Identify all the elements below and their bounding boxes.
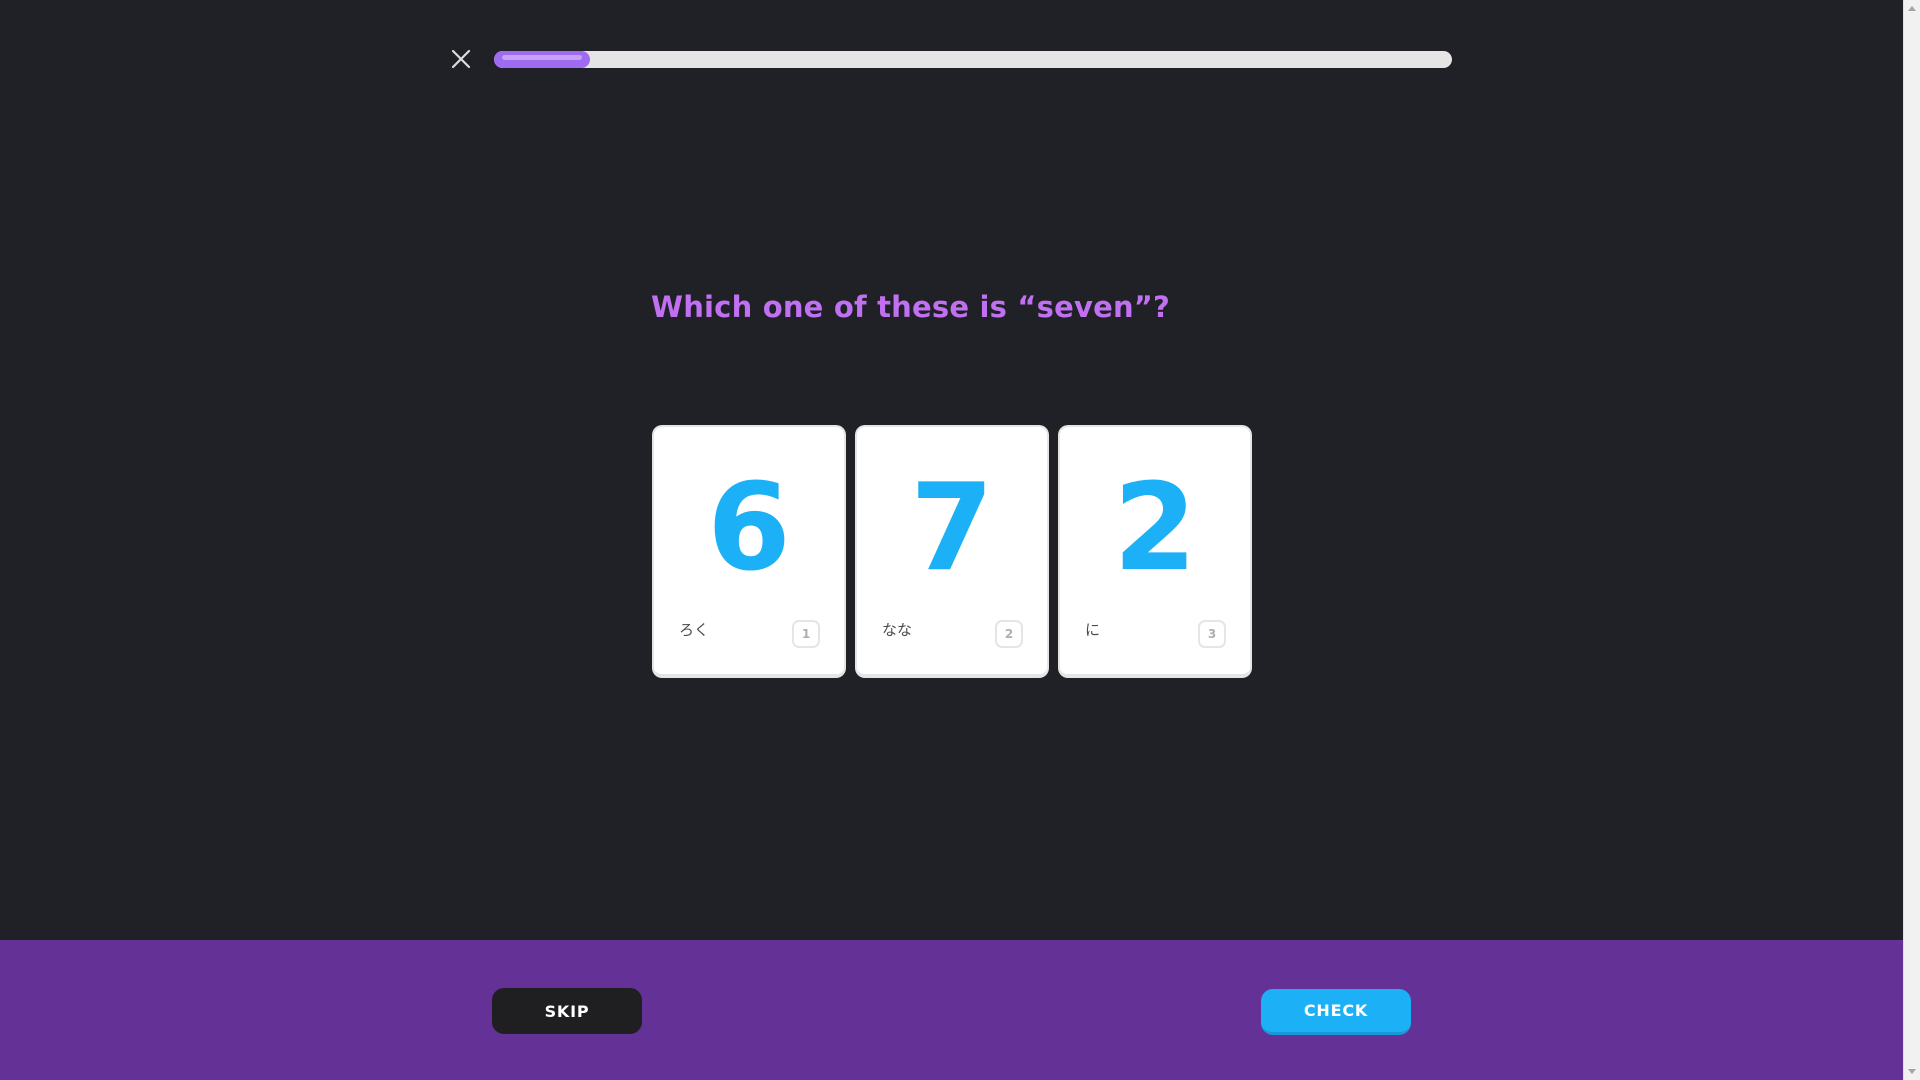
choice-shortcut-key: 2 bbox=[995, 620, 1023, 648]
scroll-up-icon[interactable] bbox=[1908, 6, 1916, 11]
choice-numeral: 6 bbox=[707, 459, 791, 598]
choice-card-3[interactable]: 2 に 3 bbox=[1058, 425, 1252, 678]
check-button[interactable]: CHECK bbox=[1261, 989, 1411, 1035]
choice-card-2[interactable]: 7 なな 2 bbox=[855, 425, 1049, 678]
choice-reading: なな bbox=[882, 621, 913, 639]
choice-card-1[interactable]: 6 ろく 1 bbox=[652, 425, 846, 678]
choice-shortcut-key: 3 bbox=[1198, 620, 1226, 648]
lesson-progress-fill bbox=[494, 50, 590, 68]
choice-numeral: 2 bbox=[1113, 459, 1197, 598]
answer-choices: 6 ろく 1 7 なな 2 2 に 3 bbox=[652, 425, 1252, 678]
page-scrollbar[interactable] bbox=[1903, 0, 1920, 1080]
close-button[interactable] bbox=[440, 38, 482, 80]
question-prompt: Which one of these is “seven”? bbox=[651, 290, 1171, 324]
lesson-header bbox=[440, 38, 1452, 80]
lesson-progress-bar bbox=[494, 50, 1452, 68]
choice-reading: ろく bbox=[679, 621, 710, 639]
lesson-progress-shine bbox=[502, 54, 582, 60]
skip-button[interactable]: SKIP bbox=[492, 988, 642, 1034]
scroll-down-icon[interactable] bbox=[1908, 1069, 1916, 1074]
choice-shortcut-key: 1 bbox=[792, 620, 820, 648]
lesson-footer: SKIP CHECK bbox=[0, 940, 1903, 1080]
choice-numeral: 7 bbox=[910, 459, 994, 598]
close-icon bbox=[451, 49, 471, 69]
choice-reading: に bbox=[1085, 621, 1101, 639]
